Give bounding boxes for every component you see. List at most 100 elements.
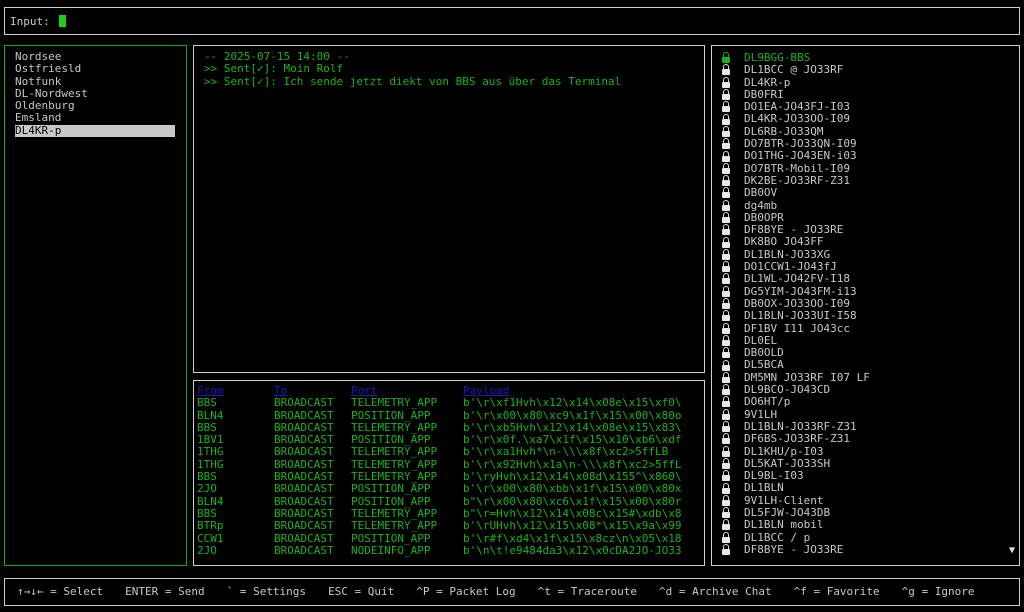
node-name: DL1BLN mobil <box>744 518 824 532</box>
chat-message: >> Sent[✓]: Ich sende jetzt diekt von BB… <box>204 74 622 88</box>
packet-cell-to: BROADCAST <box>274 482 334 496</box>
lock-icon <box>722 494 730 507</box>
packet-cell-payload: b"\r\x00\x80\xc6\x1f\x15\x00\x80r <box>463 495 682 508</box>
input-row[interactable]: Input: <box>10 15 67 28</box>
lock-icon <box>722 175 730 187</box>
packet-row[interactable]: BLN4 BROADCAST POSITION_APP b'\r\x00\x80\xc… <box>197 409 697 422</box>
packet-row[interactable]: BBS BROADCAST TELEMETRY_APP b'\r\xf1Hvh\x12… <box>197 396 697 410</box>
lock-icon <box>722 433 730 445</box>
lock-icon <box>722 470 730 482</box>
node-item[interactable]: dg4mb <box>722 198 1019 212</box>
channel-item[interactable]: Ostfriesld <box>15 62 186 75</box>
packet-cell-payload: b'\r\xa1Hvh*\n-\\\x8f\xc2>5ffLB <box>463 446 669 459</box>
text-cursor <box>59 15 67 27</box>
packet-cell-port: TELEMETRY_APP <box>351 445 438 459</box>
packet-cell-payload: b'\r\xb5Hvh\x12\x14\x08e\x15\x83\ <box>463 421 682 434</box>
node-item[interactable]: DL1WL-JO42FV-I18 <box>722 273 1019 285</box>
lock-icon <box>722 457 730 470</box>
col-header-payload: Payload <box>463 385 510 397</box>
packet-cell-to: BROADCAST <box>274 519 334 533</box>
packet-row[interactable]: 2JO BROADCAST POSITION_APP b'\r\x00\x80\xbb… <box>197 482 697 496</box>
node-item[interactable]: DO1THG-JO43EN-i03 <box>722 150 1019 162</box>
lock-icon <box>722 224 730 236</box>
node-list-panel: DL9BGG-BBS DL1BCC @ JO33RF DL4KR-p DB0FRI DO… <box>711 45 1020 566</box>
lock-icon <box>722 310 730 322</box>
packet-row[interactable]: 1THG BROADCAST TELEMETRY_APP b'\r\xa1Hvh*\n… <box>197 445 697 459</box>
lock-icon <box>722 113 730 126</box>
keybinding-hint: ` = Settings <box>226 585 307 598</box>
lock-icon <box>722 544 730 556</box>
input-box[interactable]: Input: <box>4 7 1020 35</box>
packet-cell-payload: b'\r\x00\x80\xbb\x1f\x15\x00\x80x <box>463 483 682 496</box>
lock-icon <box>722 101 730 113</box>
chat-lines: -- 2025-07-15 14:00 -- >> Sent[✓]: Moin R… <box>194 46 704 88</box>
packet-rows: BBS BROADCAST TELEMETRY_APP b'\r\xf1Hvh\x12… <box>197 396 697 557</box>
channel-list[interactable]: Nordsee Ostfriesld Notfunk DL-Nordwest Olden… <box>5 46 186 138</box>
lock-icon <box>722 138 730 150</box>
node-name: DL4KR-JO33OO-I09 <box>744 112 850 126</box>
node-item[interactable]: DL1KHU/p-I03 <box>722 445 1019 458</box>
packet-row[interactable]: 1THG BROADCAST TELEMETRY_APP b'\r\x92Hvh\x1… <box>197 458 697 471</box>
lock-icon <box>722 199 730 212</box>
lock-icon <box>722 248 730 261</box>
node-item[interactable]: DB0OV <box>722 186 1019 200</box>
lock-icon <box>722 507 730 519</box>
packet-row[interactable]: BLN4 BROADCAST POSITION_APP b"\r\x00\x80\xc… <box>197 495 697 508</box>
packet-table: From To Port Payload BBS BROADCAST TELEMET… <box>197 384 697 557</box>
channel-item[interactable]: Emsland <box>15 112 186 125</box>
keybinding-footer: ↑→↓← = Select ENTER = Send ` = Settings ESC… <box>4 578 1020 606</box>
node-item[interactable]: DL1BCC @ JO33RF <box>722 63 1019 77</box>
packet-cell-to: BROADCAST <box>274 531 334 545</box>
lock-icon <box>722 89 730 101</box>
scroll-down-indicator[interactable]: ▼ <box>1009 545 1015 557</box>
node-item[interactable]: DK8BO JO43FF <box>722 236 1019 248</box>
packet-cell-payload: b'\r#f\xd4\x1f\x15\x8cz\n\x05\x18 <box>463 532 682 545</box>
keybinding-hint: ^f = Favorite <box>793 585 880 598</box>
node-item[interactable]: DF1BV I11 JO43cc <box>722 322 1019 335</box>
packet-cell-payload: b'\ryHvh\x12\x14\x08d\x155^\x860\ <box>463 471 682 484</box>
node-item[interactable]: DL5BCA <box>722 359 1019 371</box>
keybinding-hint: ENTER = Send <box>125 585 205 598</box>
lock-icon <box>722 261 730 273</box>
packet-row[interactable]: CCW1 BROADCAST POSITION_APP b'\r#f\xd4\x1f\… <box>197 531 697 545</box>
node-item[interactable]: DF6BS-JO33RF-Z31 <box>722 432 1019 446</box>
lock-icon <box>722 396 730 408</box>
packet-cell-port: TELEMETRY_APP <box>351 519 438 533</box>
node-list[interactable]: DL9BGG-BBS DL1BCC @ JO33RF DL4KR-p DB0FRI DO… <box>712 46 1019 556</box>
node-name: DL1BLN-JO33UI-I58 <box>744 309 857 323</box>
channel-item[interactable]: DL4KR-p <box>15 124 175 138</box>
lock-icon <box>722 285 730 298</box>
packet-cell-port: POSITION_APP <box>351 531 431 545</box>
lock-icon <box>722 322 730 335</box>
node-name: DB0OV <box>744 186 778 200</box>
node-name: DF6BS-JO33RF-Z31 <box>744 432 850 446</box>
packet-row[interactable]: BBS BROADCAST TELEMETRY_APP b"\r=Hvh\x12\x1… <box>197 507 697 520</box>
packet-cell-to: BROADCAST <box>274 396 334 410</box>
lock-icon <box>722 519 730 531</box>
lock-icon <box>722 236 730 249</box>
node-name: dg4mb <box>744 198 778 212</box>
packet-row[interactable]: BBS BROADCAST TELEMETRY_APP b'\r\xb5Hvh\x12… <box>197 421 697 434</box>
packet-row[interactable]: BTRp BROADCAST TELEMETRY_APP b'\rUHvh\x12\x… <box>197 519 697 533</box>
node-item[interactable]: DO6HT/p <box>722 396 1019 408</box>
lock-icon <box>722 125 730 138</box>
packet-cell-to: BROADCAST <box>274 445 334 459</box>
packet-cell-port: NODEINFO_APP <box>351 543 431 557</box>
node-item[interactable]: DL1BLN <box>722 482 1019 494</box>
node-item[interactable]: DF8BYE - JO33RE <box>722 543 1019 556</box>
packet-cell-payload: b'\r\x92Hvh\x1a\n-\\\x8f\xc2>5ffL <box>463 458 682 471</box>
node-item[interactable]: DL1BLN mobil <box>722 518 1019 532</box>
lock-icon <box>722 359 730 372</box>
packet-cell-from: CCW1 <box>197 531 224 545</box>
node-name: DO1THG-JO43EN-i03 <box>744 149 857 163</box>
packet-row[interactable]: 2JO BROADCAST NODEINFO_APP b'\n\t!e9484da3\… <box>197 543 697 557</box>
packet-cell-payload: b'\r\x0f.\xa7\x1f\x15\x10\xb6\xdf <box>463 434 682 447</box>
node-item[interactable]: DL4KR-JO33OO-I09 <box>722 113 1019 125</box>
input-label: Input: <box>10 15 50 28</box>
keybinding-hint: ESC = Quit <box>328 585 395 598</box>
node-item[interactable]: DL1BLN-JO33UI-I58 <box>722 309 1019 323</box>
packet-row[interactable]: BBS BROADCAST TELEMETRY_APP b'\ryHvh\x12\x1… <box>197 470 697 484</box>
node-name: DL1BCC @ JO33RF <box>744 63 844 77</box>
packet-row[interactable]: 1BV1 BROADCAST POSITION_APP b'\r\x0f.\xa7\x… <box>197 433 697 447</box>
keybinding-hint: ^d = Archive Chat <box>658 585 772 598</box>
